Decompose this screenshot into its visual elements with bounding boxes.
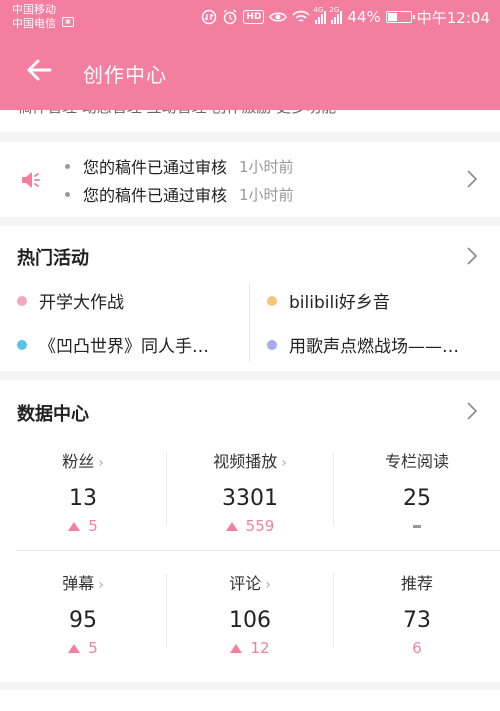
trend-up-icon: [68, 643, 81, 653]
battery-icon: [385, 11, 415, 23]
chevron-right-icon: ›: [98, 577, 104, 593]
carrier-2: 中国电信: [12, 17, 56, 30]
hot-activities-card: 热门活动 开学大作战 bilibili好乡音 《凹凸世界》同人手… 用歌声点燃战…: [0, 226, 500, 371]
chevron-right-icon[interactable]: [466, 169, 478, 189]
divider: [166, 574, 167, 648]
stat-label: 评论: [229, 574, 262, 593]
chevron-right-icon: ›: [265, 577, 271, 593]
stat-recommend[interactable]: 推荐 73 6: [334, 570, 500, 657]
stat-comments[interactable]: 评论 › 106 12: [167, 570, 333, 657]
divider: [333, 574, 334, 648]
stat-delta: 5: [88, 639, 98, 657]
page-title: 创作中心: [83, 63, 167, 87]
stat-label: 推荐: [400, 574, 433, 593]
status-icons: HD 4G 2G 44% 中午12:04: [201, 6, 490, 28]
app-bar: 创作中心: [0, 33, 500, 110]
chevron-right-icon: ›: [281, 455, 287, 471]
stat-value: 106: [229, 608, 271, 633]
stat-fans[interactable]: 粉丝 › 13 5: [0, 448, 166, 535]
activity-label: 《凹凸世界》同人手…: [39, 337, 209, 357]
activity-bullet: [17, 295, 27, 306]
bullet-dot: [65, 163, 70, 169]
back-arrow-icon[interactable]: [24, 55, 54, 85]
stat-danmaku[interactable]: 弹幕 › 95 5: [0, 570, 166, 657]
stat-label: 视频播放: [213, 452, 278, 471]
activity-label: 开学大作战: [39, 293, 124, 313]
activity-item[interactable]: 用歌声点燃战场——…: [267, 332, 459, 357]
stat-value: 13: [69, 486, 97, 511]
speaker-icon: [20, 169, 44, 191]
stat-delta: 6: [412, 639, 422, 657]
activity-bullet: [267, 339, 277, 350]
hd-voice-icon: HD: [243, 10, 265, 24]
activity-item[interactable]: 开学大作战: [17, 288, 124, 313]
carrier-1: 中国移动: [12, 3, 56, 16]
chevron-right-icon: ›: [98, 455, 104, 471]
sim-icon: ▣: [62, 17, 74, 27]
stat-video-plays[interactable]: 视频播放 › 3301 559: [167, 448, 333, 535]
stat-label: 弹幕: [62, 574, 95, 593]
divider: [249, 284, 250, 362]
stat-column-reads[interactable]: 专栏阅读 25 -: [334, 448, 500, 528]
activity-bullet: [267, 295, 277, 306]
bullet-dot: [65, 191, 70, 197]
notice-item[interactable]: 您的稿件已通过审核 1小时前: [65, 154, 294, 178]
battery-percent: 44%: [347, 8, 381, 26]
chevron-right-icon[interactable]: [466, 246, 478, 266]
network-1-label: 4G: [313, 6, 324, 14]
stat-delta: 5: [88, 517, 98, 535]
stat-value: 73: [403, 608, 431, 633]
chevron-right-icon[interactable]: [466, 401, 478, 421]
alarm-icon: [222, 9, 238, 25]
carrier-info: 中国移动 中国电信: [12, 3, 56, 31]
notice-text: 您的稿件已通过审核: [83, 158, 228, 177]
activity-item[interactable]: bilibili好乡音: [267, 288, 390, 313]
clock: 中午12:04: [416, 8, 490, 27]
activity-label: 用歌声点燃战场——…: [289, 337, 459, 357]
activity-item[interactable]: 《凹凸世界》同人手…: [17, 332, 209, 357]
stat-value: 25: [403, 486, 431, 511]
notice-card[interactable]: 您的稿件已通过审核 1小时前 您的稿件已通过审核 1小时前: [0, 142, 500, 217]
trend-up-icon: [225, 521, 238, 531]
stat-value: 3301: [222, 486, 278, 511]
stat-delta: -: [413, 525, 421, 528]
notice-time: 1小时前: [239, 157, 294, 176]
section-title-data: 数据中心: [17, 404, 89, 425]
trend-up-icon: [230, 643, 243, 653]
wifi-icon: [292, 10, 311, 24]
stat-value: 95: [69, 608, 97, 633]
notice-item[interactable]: 您的稿件已通过审核 1小时前: [65, 182, 294, 206]
stat-label: 粉丝: [62, 452, 95, 471]
notice-text: 您的稿件已通过审核: [83, 186, 228, 205]
data-center-card: 数据中心 粉丝› 13 5 视频播放› 3301 559 专栏阅读 25 - 弹…: [0, 380, 500, 682]
status-bar: 中国移动 中国电信 ▣ HD 4G 2G 44% 中午12:04: [0, 0, 500, 33]
activity-label: bilibili好乡音: [289, 293, 390, 313]
stat-delta: 12: [250, 639, 270, 657]
data-saver-icon: [201, 9, 217, 25]
divider: [333, 452, 334, 526]
signal-4g-icon: 4G: [313, 6, 327, 24]
next-section-peek: [0, 690, 500, 711]
notice-time: 1小时前: [239, 185, 294, 204]
network-2-label: 2G: [329, 6, 340, 14]
signal-2g-icon: 2G: [329, 6, 343, 24]
divider: [166, 452, 167, 526]
activity-bullet: [17, 339, 27, 350]
stat-label: 专栏阅读: [384, 452, 449, 471]
section-title-hot: 热门活动: [17, 248, 89, 269]
eye-comfort-icon: [269, 10, 288, 24]
stat-delta: 559: [245, 517, 275, 535]
divider: [16, 550, 500, 551]
trend-up-icon: [68, 521, 81, 531]
